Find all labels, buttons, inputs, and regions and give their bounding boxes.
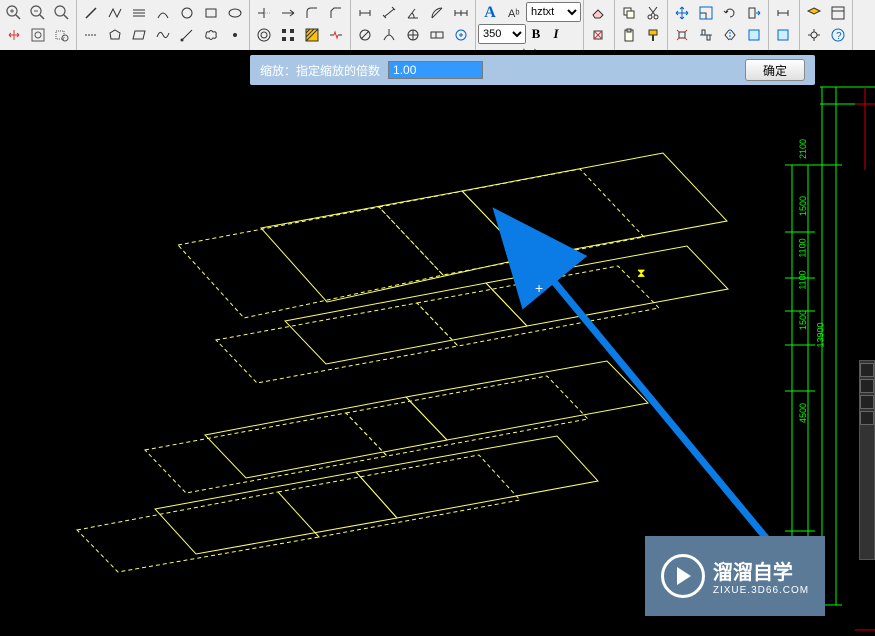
dim-text-overall: 13900 — [816, 322, 826, 347]
format-painter-icon[interactable] — [641, 24, 665, 46]
center-mark-icon[interactable] — [449, 24, 473, 46]
help-icon[interactable]: ? — [826, 24, 850, 46]
construction-line-icon[interactable] — [79, 24, 103, 46]
panel-item-1[interactable] — [860, 363, 874, 377]
zoom-in-icon[interactable] — [2, 2, 26, 24]
array-icon[interactable] — [276, 24, 300, 46]
crosshair-cursor: + — [535, 280, 543, 296]
watermark: 溜溜自学 ZIXUE.3D66.COM — [645, 536, 825, 616]
zoom-selection-icon[interactable] — [50, 24, 74, 46]
scale-factor-input[interactable] — [388, 61, 483, 79]
rectangle-icon[interactable] — [199, 2, 223, 24]
polygon-icon[interactable] — [103, 24, 127, 46]
trim-icon[interactable] — [252, 2, 276, 24]
rotate-icon[interactable] — [718, 2, 742, 24]
prompt-label: 缩放：指定缩放的倍数 — [260, 62, 380, 79]
delete-object-icon[interactable] — [586, 24, 610, 46]
zoom-out-icon[interactable] — [26, 2, 50, 24]
offset-icon[interactable] — [252, 24, 276, 46]
hatch-icon[interactable] — [300, 24, 324, 46]
angular-dim-icon[interactable] — [401, 2, 425, 24]
area-icon[interactable] — [771, 24, 795, 46]
erase-icon[interactable] — [586, 2, 610, 24]
dim-text-5: 1500 — [798, 310, 808, 330]
fillet-icon[interactable] — [300, 2, 324, 24]
dim-text-6: 4500 — [798, 403, 808, 423]
font-select[interactable]: hztxt — [526, 2, 581, 22]
aligned-dim-icon[interactable] — [377, 2, 401, 24]
dim-text-3: 1100 — [798, 238, 808, 257]
extend-icon[interactable] — [276, 2, 300, 24]
ordinate-dim-icon[interactable] — [401, 24, 425, 46]
cut-icon[interactable] — [641, 2, 665, 24]
ray-icon[interactable] — [175, 24, 199, 46]
watermark-subtitle: ZIXUE.3D66.COM — [713, 585, 809, 596]
copy-icon[interactable] — [617, 2, 641, 24]
dim-text-2: 1500 — [798, 196, 808, 216]
dim-text-1: 2100 — [798, 139, 808, 159]
scale-icon[interactable] — [694, 2, 718, 24]
pan-icon[interactable] — [2, 24, 26, 46]
spline-icon[interactable] — [151, 24, 175, 46]
bold-button[interactable]: B — [526, 24, 546, 44]
tolerance-dim-icon[interactable] — [425, 24, 449, 46]
panel-item-2[interactable] — [860, 379, 874, 393]
watermark-title: 溜溜自学 — [713, 556, 809, 585]
properties-icon[interactable] — [826, 2, 850, 24]
dim-text-4: 1100 — [798, 270, 808, 289]
diameter-dim-icon[interactable] — [353, 24, 377, 46]
text-tool-icon[interactable]: A — [478, 2, 502, 24]
parallelogram-icon[interactable] — [127, 24, 151, 46]
hourglass-icon: ⧗ — [637, 266, 645, 281]
point-icon[interactable] — [223, 24, 247, 46]
panel-item-4[interactable] — [860, 411, 874, 425]
polyline-icon[interactable] — [103, 2, 127, 24]
watermark-play-icon — [661, 554, 705, 598]
line-icon[interactable] — [79, 2, 103, 24]
right-side-panel[interactable] — [859, 360, 875, 560]
layer-icon[interactable] — [802, 2, 826, 24]
zoom-extents-icon[interactable] — [26, 24, 50, 46]
stretch-icon[interactable] — [742, 2, 766, 24]
zoom-window-icon[interactable] — [50, 2, 74, 24]
break-icon[interactable] — [324, 24, 348, 46]
arc-icon[interactable] — [151, 2, 175, 24]
text-style-icon[interactable]: Aᵇ — [502, 2, 526, 24]
svg-text:Aᵇ: Aᵇ — [508, 8, 520, 20]
move-icon[interactable] — [670, 2, 694, 24]
settings-icon[interactable] — [802, 24, 826, 46]
italic-button[interactable]: I — [546, 24, 566, 44]
radius-dim-icon[interactable] — [425, 2, 449, 24]
chamfer-icon[interactable] — [324, 2, 348, 24]
continue-dim-icon[interactable] — [449, 2, 473, 24]
align-icon[interactable] — [694, 24, 718, 46]
font-size-select[interactable]: 350 — [478, 24, 526, 44]
arc-dim-icon[interactable] — [377, 24, 401, 46]
linear-dim-icon[interactable] — [353, 2, 377, 24]
circle-icon[interactable] — [175, 2, 199, 24]
ellipse-icon[interactable] — [223, 2, 247, 24]
mirror-icon[interactable] — [718, 24, 742, 46]
svg-text:?: ? — [836, 31, 842, 42]
panel-item-3[interactable] — [860, 395, 874, 409]
confirm-button[interactable]: 确定 — [745, 59, 805, 81]
command-prompt-bar: 缩放：指定缩放的倍数 确定 — [250, 55, 815, 85]
distance-icon[interactable] — [771, 2, 795, 24]
revision-cloud-icon[interactable] — [199, 24, 223, 46]
explode-icon[interactable] — [670, 24, 694, 46]
paste-icon[interactable] — [617, 24, 641, 46]
multiline-icon[interactable] — [127, 2, 151, 24]
block-icon[interactable] — [742, 24, 766, 46]
